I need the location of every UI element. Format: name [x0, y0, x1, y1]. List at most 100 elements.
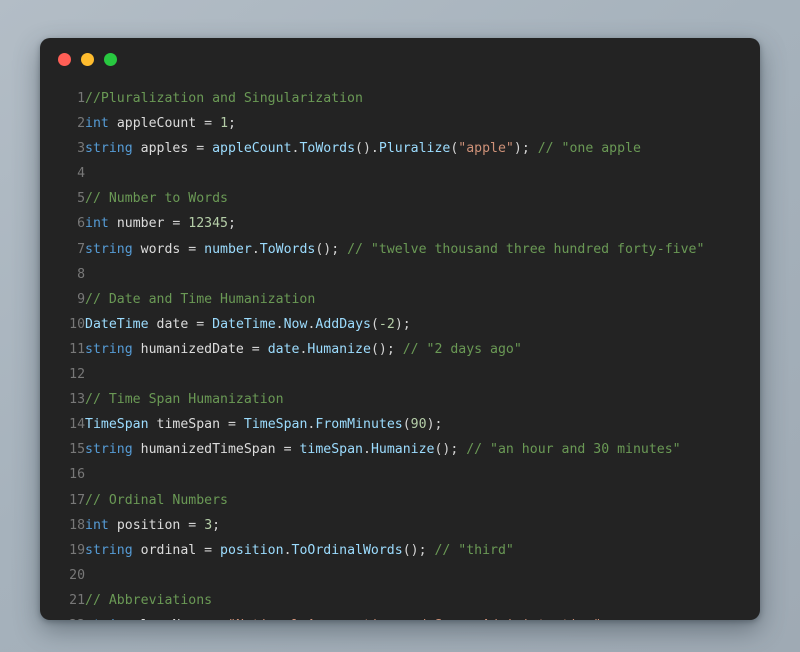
code-token: .	[362, 442, 371, 458]
code-line-content[interactable]	[85, 362, 760, 387]
line-number: 14	[69, 417, 86, 433]
code-line: 10 DateTime date = DateTime.Now.AddDays(-…	[40, 312, 760, 337]
code-token: ;	[601, 618, 609, 620]
code-line-content[interactable]: TimeSpan timeSpan = TimeSpan.FromMinutes…	[85, 412, 760, 437]
code-token: =	[204, 618, 228, 620]
code-line-content[interactable]: string longName = "National Aeronautics …	[85, 613, 760, 620]
code-token: words	[140, 241, 181, 257]
code-token: );	[513, 141, 538, 157]
code-token: string	[85, 618, 133, 620]
code-token: ();	[315, 241, 348, 257]
code-editor-content[interactable]: 1//Pluralization and Singularization 2 int…	[40, 80, 760, 620]
code-token: =	[275, 442, 300, 458]
code-token: =	[243, 341, 268, 357]
code-token: ToWords	[259, 241, 316, 257]
line-number: 7	[77, 241, 86, 257]
line-number: 11	[69, 341, 86, 357]
code-token: =	[180, 517, 205, 533]
code-line: 6 int number = 12345;	[40, 211, 760, 236]
code-line-content[interactable]: DateTime date = DateTime.Now.AddDays(-2)…	[85, 312, 760, 337]
close-window-icon[interactable]	[58, 52, 71, 66]
code-line-content[interactable]: // Abbreviations	[85, 588, 760, 613]
code-line-content[interactable]: string ordinal = position.ToOrdinalWords…	[85, 538, 760, 563]
code-token: Now	[283, 316, 308, 332]
code-line-content[interactable]: int position = 3;	[85, 513, 760, 538]
code-line: 3 string apples = appleCount.ToWords().Pl…	[40, 136, 760, 161]
line-number: 9	[77, 291, 86, 307]
code-token: ();	[370, 341, 403, 357]
code-line-content[interactable]	[85, 563, 760, 588]
code-token: // "2 days ago"	[402, 341, 522, 357]
maximize-window-icon[interactable]	[104, 52, 117, 66]
line-number: 6	[77, 216, 86, 232]
code-line-content[interactable]: string humanizedTimeSpan = timeSpan.Huma…	[85, 437, 760, 462]
code-token: ToOrdinalWords	[291, 542, 403, 558]
line-number: 1	[77, 91, 86, 106]
code-line-content[interactable]: // Date and Time Humanization	[85, 287, 760, 312]
code-token: .	[275, 316, 284, 332]
line-number: 10	[69, 316, 86, 332]
code-token: ;	[212, 517, 221, 533]
code-token: int	[85, 517, 109, 533]
code-token: // Abbreviations	[85, 592, 213, 608]
code-token: // "third"	[434, 542, 514, 558]
code-token: // "an hour and 30 minutes"	[466, 442, 681, 458]
code-token: "apple"	[458, 141, 514, 157]
code-line-content[interactable]: string words = number.ToWords(); // "twe…	[85, 237, 760, 262]
code-line-content[interactable]	[85, 262, 760, 287]
code-token: string	[85, 442, 133, 458]
line-number: 3	[77, 141, 86, 157]
code-token: number	[204, 241, 252, 257]
code-token: //Pluralization and Singularization	[85, 91, 363, 106]
code-token: // "twelve thousand three hundred forty-…	[347, 241, 705, 257]
code-token: date	[156, 316, 189, 332]
code-token: ordinal	[140, 542, 197, 558]
code-line-content[interactable]: int appleCount = 1;	[85, 111, 760, 136]
code-token: string	[85, 241, 133, 257]
code-line-content[interactable]: string apples = appleCount.ToWords().Plu…	[85, 136, 760, 161]
line-number: 19	[69, 542, 86, 558]
code-token: );	[426, 417, 443, 433]
code-token: humanizedDate	[140, 341, 244, 357]
code-line: 4	[40, 161, 760, 186]
code-token: );	[394, 316, 411, 332]
code-token: appleCount	[212, 141, 292, 157]
code-token: string	[85, 141, 133, 157]
code-line: 9// Date and Time Humanization	[40, 287, 760, 312]
code-line: 14 TimeSpan timeSpan = TimeSpan.FromMinut…	[40, 412, 760, 437]
code-token: TimeSpan	[85, 417, 149, 433]
code-token: ();	[402, 542, 435, 558]
code-token: (	[402, 417, 411, 433]
code-line: 22string longName = "National Aeronautic…	[40, 613, 760, 620]
code-token: ;	[228, 216, 236, 232]
code-token: =	[196, 542, 221, 558]
code-token: AddDays	[315, 316, 371, 332]
code-line-content[interactable]: int number = 12345;	[85, 211, 760, 236]
code-token: TimeSpan	[243, 417, 308, 433]
code-token: .	[251, 241, 260, 257]
code-token: timeSpan	[299, 442, 363, 458]
code-line: 21// Abbreviations	[40, 588, 760, 613]
code-line-content[interactable]	[85, 161, 760, 186]
code-token: DateTime	[212, 316, 276, 332]
line-number: 13	[69, 392, 86, 408]
code-line-content[interactable]: string humanizedDate = date.Humanize(); …	[85, 337, 760, 362]
code-token: appleCount	[116, 116, 197, 132]
code-lines-table: 1//Pluralization and Singularization 2 int…	[40, 86, 760, 620]
code-line-content[interactable]: // Number to Words	[85, 186, 760, 211]
code-editor-window: 1//Pluralization and Singularization 2 int…	[40, 38, 760, 620]
code-line-content[interactable]: // Ordinal Numbers	[85, 488, 760, 513]
minimize-window-icon[interactable]	[81, 52, 94, 66]
code-line-content[interactable]: // Time Span Humanization	[85, 387, 760, 412]
code-line-content[interactable]: //Pluralization and Singularization	[85, 86, 760, 111]
code-token: ToWords	[299, 141, 356, 157]
code-line-content[interactable]	[85, 462, 760, 487]
code-line: 2 int appleCount = 1;	[40, 111, 760, 136]
code-token: 90	[410, 417, 427, 433]
